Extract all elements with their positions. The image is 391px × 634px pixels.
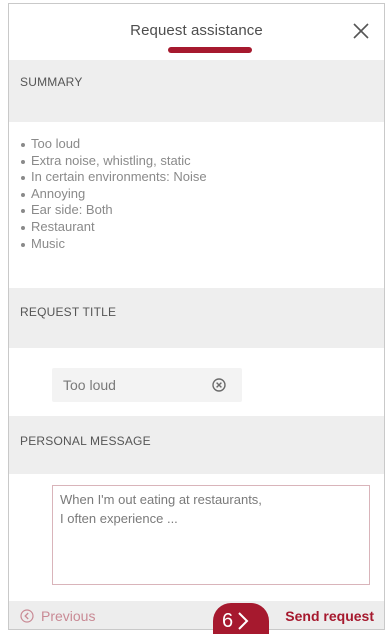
summary-section-header: SUMMARY [9, 60, 384, 122]
summary-item: Annoying [21, 186, 207, 203]
summary-list: Too loud Extra noise, whistling, static … [21, 136, 207, 252]
send-request-button[interactable]: Send request [285, 608, 374, 624]
step-marker: 6 [213, 603, 269, 634]
dialog-title: Request assistance [130, 22, 263, 39]
personal-message-heading: PERSONAL MESSAGE [20, 434, 151, 448]
close-button[interactable] [348, 18, 374, 44]
summary-item: In certain environments: Noise [21, 169, 207, 186]
close-icon [353, 23, 369, 39]
summary-item: Ear side: Both [21, 202, 207, 219]
previous-label: Previous [41, 608, 96, 624]
summary-heading: SUMMARY [20, 75, 83, 89]
summary-item: Extra noise, whistling, static [21, 153, 207, 170]
dialog-footer: Previous Send request [9, 601, 384, 629]
request-title-heading: REQUEST TITLE [20, 305, 117, 319]
title-underline [168, 47, 252, 53]
personal-message-textarea[interactable]: When I'm out eating at restaurants, I of… [52, 485, 370, 585]
request-title-field[interactable]: Too loud [52, 368, 242, 402]
request-assistance-dialog: Request assistance SUMMARY Too loud Extr… [8, 3, 385, 630]
request-title-value: Too loud [63, 377, 116, 393]
clear-circle-x-icon[interactable] [211, 377, 227, 393]
chevron-right-icon [238, 612, 249, 630]
summary-item: Music [21, 236, 207, 253]
step-number: 6 [222, 610, 234, 632]
summary-item: Too loud [21, 136, 207, 153]
summary-item: Restaurant [21, 219, 207, 236]
dialog-header: Request assistance [9, 4, 384, 60]
previous-button[interactable]: Previous [20, 608, 95, 624]
personal-message-section-header: PERSONAL MESSAGE [9, 416, 384, 474]
request-title-section-header: REQUEST TITLE [9, 288, 384, 348]
chevron-left-circle-icon [20, 609, 34, 623]
